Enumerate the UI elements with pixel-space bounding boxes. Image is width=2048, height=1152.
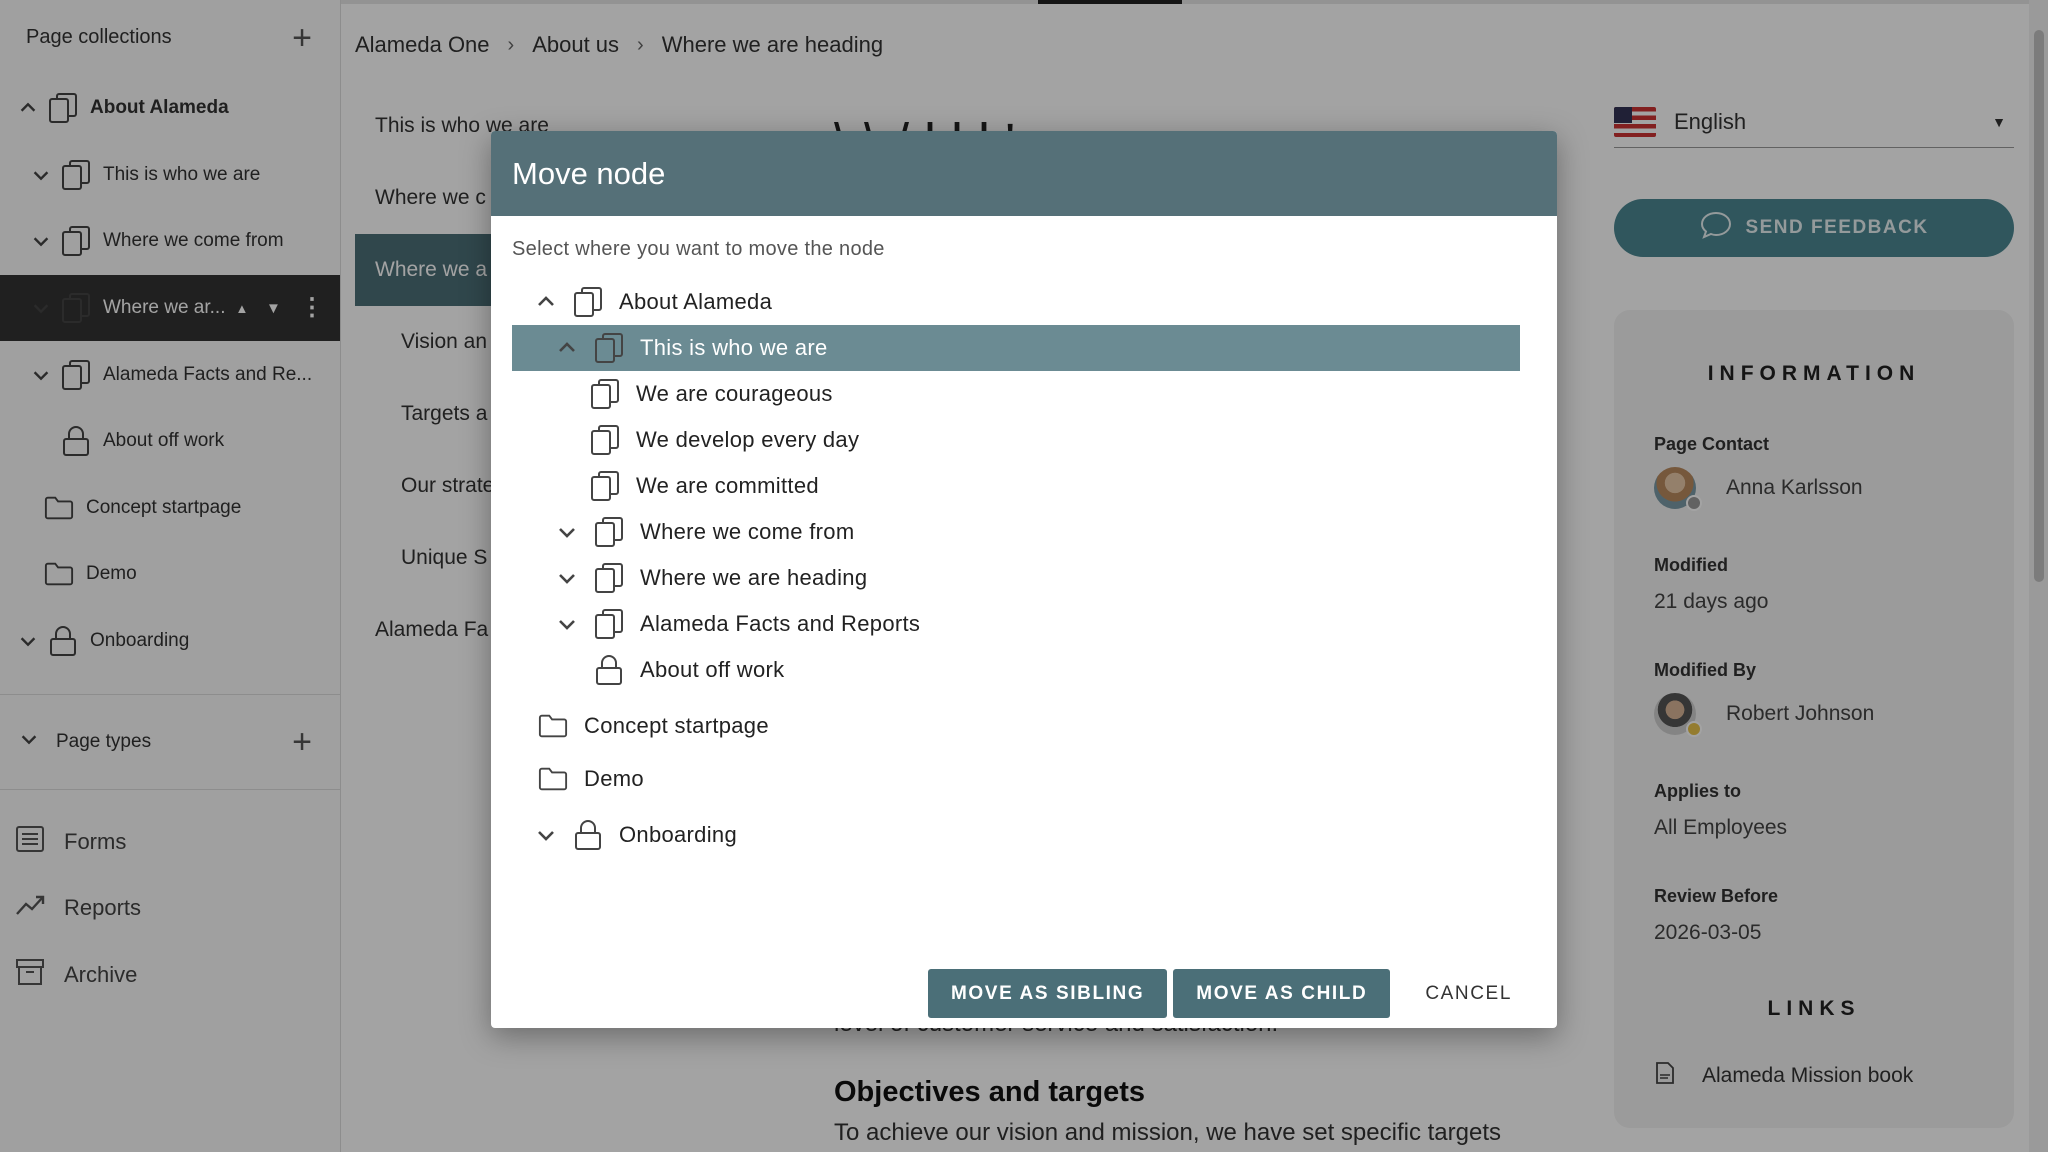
tree-node[interactable]: We are courageous: [512, 371, 1520, 417]
tree-node-label: Alameda Facts and Reports: [640, 611, 921, 636]
tree-node[interactable]: We develop every day: [512, 417, 1520, 463]
lock-icon: [573, 819, 603, 851]
node-tree: About Alameda This is who we are We are …: [512, 279, 1520, 863]
page-icon: [590, 470, 620, 502]
tree-node-label: This is who we are: [640, 335, 828, 360]
tree-node-label: Demo: [584, 765, 644, 791]
tree-node-label: We are committed: [636, 473, 819, 498]
tree-node[interactable]: About off work: [512, 647, 1520, 693]
page-icon: [590, 378, 620, 410]
tree-node[interactable]: Concept startpage: [512, 701, 1520, 750]
tree-node-label: We are courageous: [636, 381, 833, 406]
tree-node[interactable]: We are committed: [512, 463, 1520, 509]
page-icon: [594, 608, 624, 640]
tree-node-label: Where we come from: [640, 519, 855, 544]
chevron-up-icon[interactable]: [554, 335, 580, 361]
folder-icon: [538, 710, 568, 742]
tree-node-label: About off work: [640, 657, 785, 682]
dialog-title: Move node: [491, 131, 1557, 216]
tree-node-label: About Alameda: [619, 289, 773, 314]
tree-node[interactable]: Onboarding: [512, 807, 1520, 863]
tree-node-label: Onboarding: [619, 822, 737, 847]
tree-node[interactable]: Where we come from: [512, 509, 1520, 555]
chevron-up-icon[interactable]: [533, 289, 559, 315]
tree-node[interactable]: About Alameda: [512, 279, 1520, 325]
tree-node-label: Where we are heading: [640, 565, 868, 590]
page-icon: [573, 286, 603, 318]
tree-node[interactable]: Where we are heading: [512, 555, 1520, 601]
dialog-actions: MOVE AS SIBLING MOVE AS CHILD CANCEL: [928, 969, 1535, 1018]
move-as-child-button[interactable]: MOVE AS CHILD: [1173, 969, 1391, 1018]
chevron-down-icon[interactable]: [554, 565, 580, 591]
chevron-down-icon[interactable]: [554, 611, 580, 637]
tree-node-label: We develop every day: [636, 427, 860, 452]
move-node-dialog: Move node Select where you want to move …: [491, 131, 1557, 1028]
chevron-down-icon[interactable]: [554, 519, 580, 545]
page-icon: [594, 562, 624, 594]
page-icon: [594, 332, 624, 364]
cancel-button[interactable]: CANCEL: [1402, 969, 1535, 1018]
move-as-sibling-button[interactable]: MOVE AS SIBLING: [928, 969, 1168, 1018]
lock-icon: [594, 654, 624, 686]
tree-node[interactable]: Alameda Facts and Reports: [512, 601, 1520, 647]
page-icon: [594, 516, 624, 548]
tree-node-label: Concept startpage: [584, 712, 769, 738]
chevron-down-icon[interactable]: [533, 822, 559, 848]
tree-node-selected[interactable]: This is who we are: [512, 325, 1520, 371]
tree-node[interactable]: Demo: [512, 750, 1520, 807]
page-icon: [590, 424, 620, 456]
dialog-subtitle: Select where you want to move the node: [512, 238, 885, 260]
folder-icon: [538, 763, 568, 795]
